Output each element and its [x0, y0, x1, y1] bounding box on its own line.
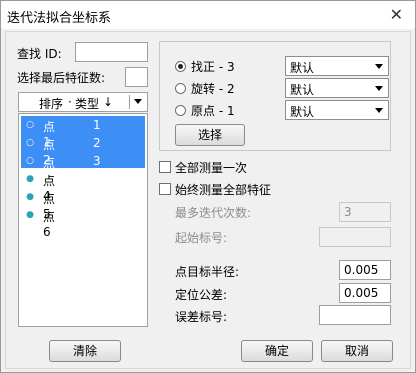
point-outline-icon: ○ [26, 138, 34, 148]
header-divider [129, 95, 130, 109]
last-features-input[interactable] [125, 67, 148, 87]
start-label-input [319, 227, 391, 247]
sort-arrow-icon: ↓ [103, 95, 114, 109]
error-label-input[interactable] [319, 305, 391, 325]
always-measure-all-label: 始终测量全部特征 [175, 183, 272, 197]
axis-radio-label: 旋转 - 2 [191, 82, 235, 96]
select-button[interactable]: 选择 [175, 124, 245, 146]
fixture-tolerance-label: 定位公差: [175, 288, 228, 302]
target-radius-input[interactable]: 0.005 [339, 260, 391, 280]
chevron-down-icon [375, 86, 383, 91]
find-id-input[interactable] [75, 42, 148, 62]
selection-highlight [21, 116, 145, 168]
axis-combo-value: 默认 [290, 105, 315, 119]
point-filled-icon: ● [26, 174, 34, 184]
header-dropdown-icon[interactable] [134, 99, 142, 104]
clear-button[interactable]: 清除 [49, 340, 121, 362]
axis-combo-value: 默认 [290, 83, 315, 97]
point-outline-icon: ○ [26, 156, 34, 166]
feature-list[interactable]: ○ 点1 1 ○ 点2 2 ○ 点3 3 ● 点4 ● 点5 ● 点6 [18, 113, 148, 327]
axis-radio[interactable] [175, 83, 186, 94]
title-bar: 迭代法拟合坐标系 ✕ [1, 1, 415, 29]
cancel-button[interactable]: 取消 [321, 340, 393, 362]
fixture-tolerance-input[interactable]: 0.005 [339, 283, 391, 303]
dialog-title: 迭代法拟合坐标系 [7, 11, 112, 26]
measure-all-once-checkbox[interactable] [159, 161, 171, 173]
find-id-label: 查找 ID: [17, 47, 62, 61]
axis-combo-value: 默认 [290, 61, 315, 75]
list-header[interactable]: 排序 · 类型 ↓ [18, 92, 148, 112]
point-outline-icon: ○ [26, 120, 34, 130]
list-item-type: 3 [93, 154, 101, 168]
list-item-name: 点6 [43, 210, 56, 239]
measure-all-once-label: 全部测量一次 [175, 161, 248, 175]
chevron-down-icon [375, 108, 383, 113]
ok-button[interactable]: 确定 [241, 340, 313, 362]
axis-radio-label: 原点 - 1 [191, 104, 235, 118]
axis-combo[interactable]: 默认 [285, 78, 389, 98]
max-iterations-label: 最多迭代次数: [175, 206, 252, 220]
point-filled-icon: ● [26, 210, 34, 220]
always-measure-all-checkbox[interactable] [159, 183, 171, 195]
close-icon[interactable]: ✕ [390, 5, 403, 24]
axis-combo[interactable]: 默认 [285, 56, 389, 76]
iterative-alignment-dialog: 迭代法拟合坐标系 ✕ 查找 ID: 选择最后特征数: 排序 · 类型 ↓ ○ 点1… [0, 0, 416, 373]
last-features-label: 选择最后特征数: [17, 71, 106, 85]
max-iterations-input: 3 [339, 202, 391, 222]
chevron-down-icon [375, 64, 383, 69]
axis-radio[interactable] [175, 61, 186, 72]
column-separator-dot: · [68, 95, 72, 109]
column-type[interactable]: 类型 [75, 95, 99, 112]
axis-combo[interactable]: 默认 [285, 100, 389, 120]
start-label-label: 起始标号: [175, 231, 228, 245]
error-label-label: 误差标号: [175, 310, 228, 324]
axis-radio[interactable] [175, 105, 186, 116]
list-item-type: 1 [93, 118, 101, 132]
column-sort[interactable]: 排序 [39, 95, 63, 112]
point-filled-icon: ● [26, 192, 34, 202]
target-radius-label: 点目标半径: [175, 265, 240, 279]
axis-radio-label: 找正 - 3 [191, 60, 235, 74]
list-item-type: 2 [93, 136, 101, 150]
